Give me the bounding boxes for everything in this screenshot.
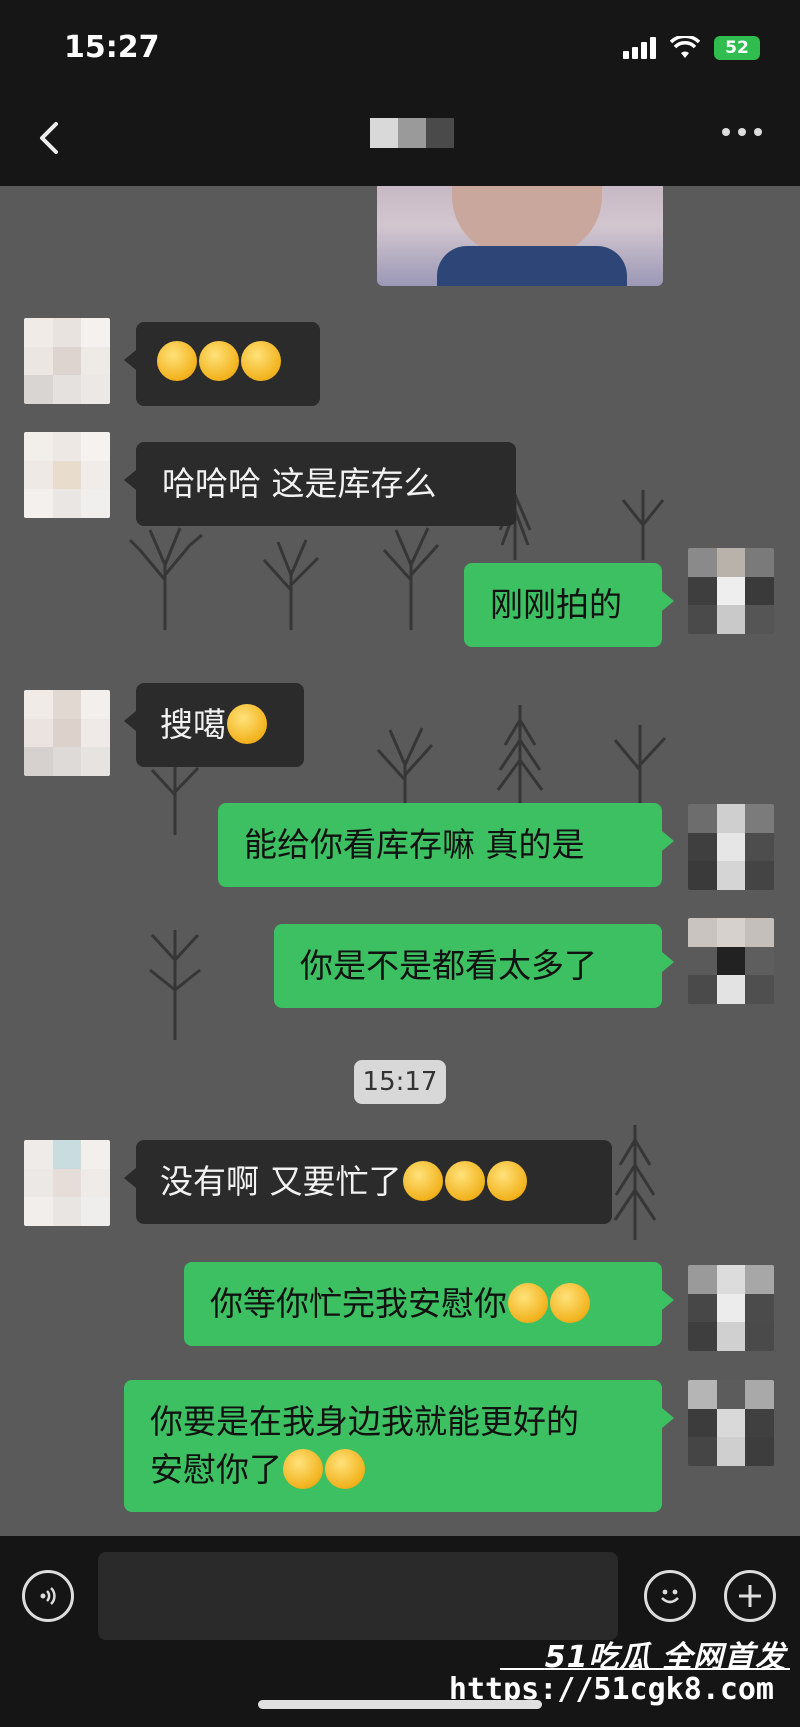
contact-avatar[interactable]	[24, 318, 110, 404]
tree-decoration	[149, 930, 201, 1040]
emoji-icon	[199, 340, 239, 381]
emoji-icon	[402, 1160, 443, 1201]
message-bubble-incoming[interactable]: 搜噶	[124, 683, 304, 767]
message-bubble-outgoing[interactable]: 你是不是都看太多了	[274, 924, 674, 1008]
message-bubble-incoming[interactable]: 哈哈哈 这是库存么	[124, 442, 516, 526]
emoji-icon	[325, 1448, 365, 1489]
message-text: 没有啊 又要忙了	[160, 1162, 402, 1201]
message-text: 搜噶	[160, 705, 226, 744]
emoji-icon	[227, 703, 267, 744]
emoji-icon	[550, 1282, 590, 1323]
home-indicator[interactable]	[258, 1700, 542, 1709]
emoji-icon	[283, 1448, 323, 1489]
message-text: 你是不是都看太多了	[300, 946, 597, 985]
contact-avatar[interactable]	[24, 432, 110, 518]
chevron-left-icon[interactable]	[30, 118, 70, 158]
emoji-icon	[241, 340, 281, 381]
message-bubble-incoming[interactable]: 没有啊 又要忙了	[124, 1140, 612, 1224]
my-avatar[interactable]	[688, 1265, 774, 1351]
message-bubble-outgoing[interactable]: 能给你看库存嘛 真的是	[218, 803, 674, 887]
emoji-icon	[486, 1160, 527, 1201]
message-bubble-incoming[interactable]	[124, 322, 320, 406]
signal-icon	[623, 37, 656, 59]
emoji-icon	[508, 1282, 548, 1323]
tree-decoration	[621, 490, 665, 560]
contact-avatar[interactable]	[24, 1140, 110, 1226]
photo-message[interactable]	[377, 186, 663, 286]
message-bubble-outgoing[interactable]: 你要是在我身边我就能更好的 安慰你了	[124, 1380, 674, 1512]
status-time: 15:27	[64, 30, 160, 65]
message-bubble-outgoing[interactable]: 你等你忙完我安慰你	[184, 1262, 674, 1346]
message-input[interactable]	[98, 1552, 618, 1640]
contact-avatar[interactable]	[24, 690, 110, 776]
my-avatar[interactable]	[688, 804, 774, 890]
wifi-icon	[670, 36, 700, 58]
voice-icon[interactable]	[22, 1570, 74, 1622]
tree-decoration	[613, 1125, 657, 1240]
message-text: 能给你看库存嘛 真的是	[244, 825, 585, 864]
chat-screen: 哈哈哈 这是库存么 刚刚拍的 搜噶 能给你看库存嘛 真的是 你是不是都看太多了 …	[0, 0, 800, 1727]
battery-level: 52	[725, 38, 749, 58]
tree-decoration	[128, 527, 203, 630]
tree-decoration	[613, 725, 667, 810]
status-icons: 52	[623, 36, 760, 60]
emoji-icon	[157, 340, 197, 381]
chat-title-blurred	[370, 118, 454, 148]
plus-icon[interactable]	[724, 1570, 776, 1622]
my-avatar[interactable]	[688, 548, 774, 634]
tree-decoration	[382, 527, 440, 630]
message-text: 刚刚拍的	[490, 585, 622, 624]
message-timestamp: 15:17	[354, 1060, 446, 1104]
my-avatar[interactable]	[688, 918, 774, 1004]
message-text: 哈哈哈 这是库存么	[162, 464, 437, 503]
message-bubble-outgoing[interactable]: 刚刚拍的	[464, 563, 674, 647]
my-avatar[interactable]	[688, 1380, 774, 1466]
tree-decoration	[262, 539, 320, 630]
emoji-icon	[444, 1160, 485, 1201]
watermark-brand: 51吃瓜 全网首发	[544, 1640, 786, 1675]
header-bar: 15:27 52	[0, 0, 800, 186]
tree-decoration	[496, 705, 544, 810]
message-text: 你等你忙完我安慰你	[210, 1284, 507, 1323]
message-text-line: 你要是在我身边我就能更好的	[150, 1402, 579, 1441]
message-text-line: 安慰你了	[150, 1450, 282, 1489]
more-dots-icon[interactable]	[722, 128, 762, 136]
emoji-icon[interactable]	[644, 1570, 696, 1622]
battery-icon: 52	[714, 36, 760, 60]
